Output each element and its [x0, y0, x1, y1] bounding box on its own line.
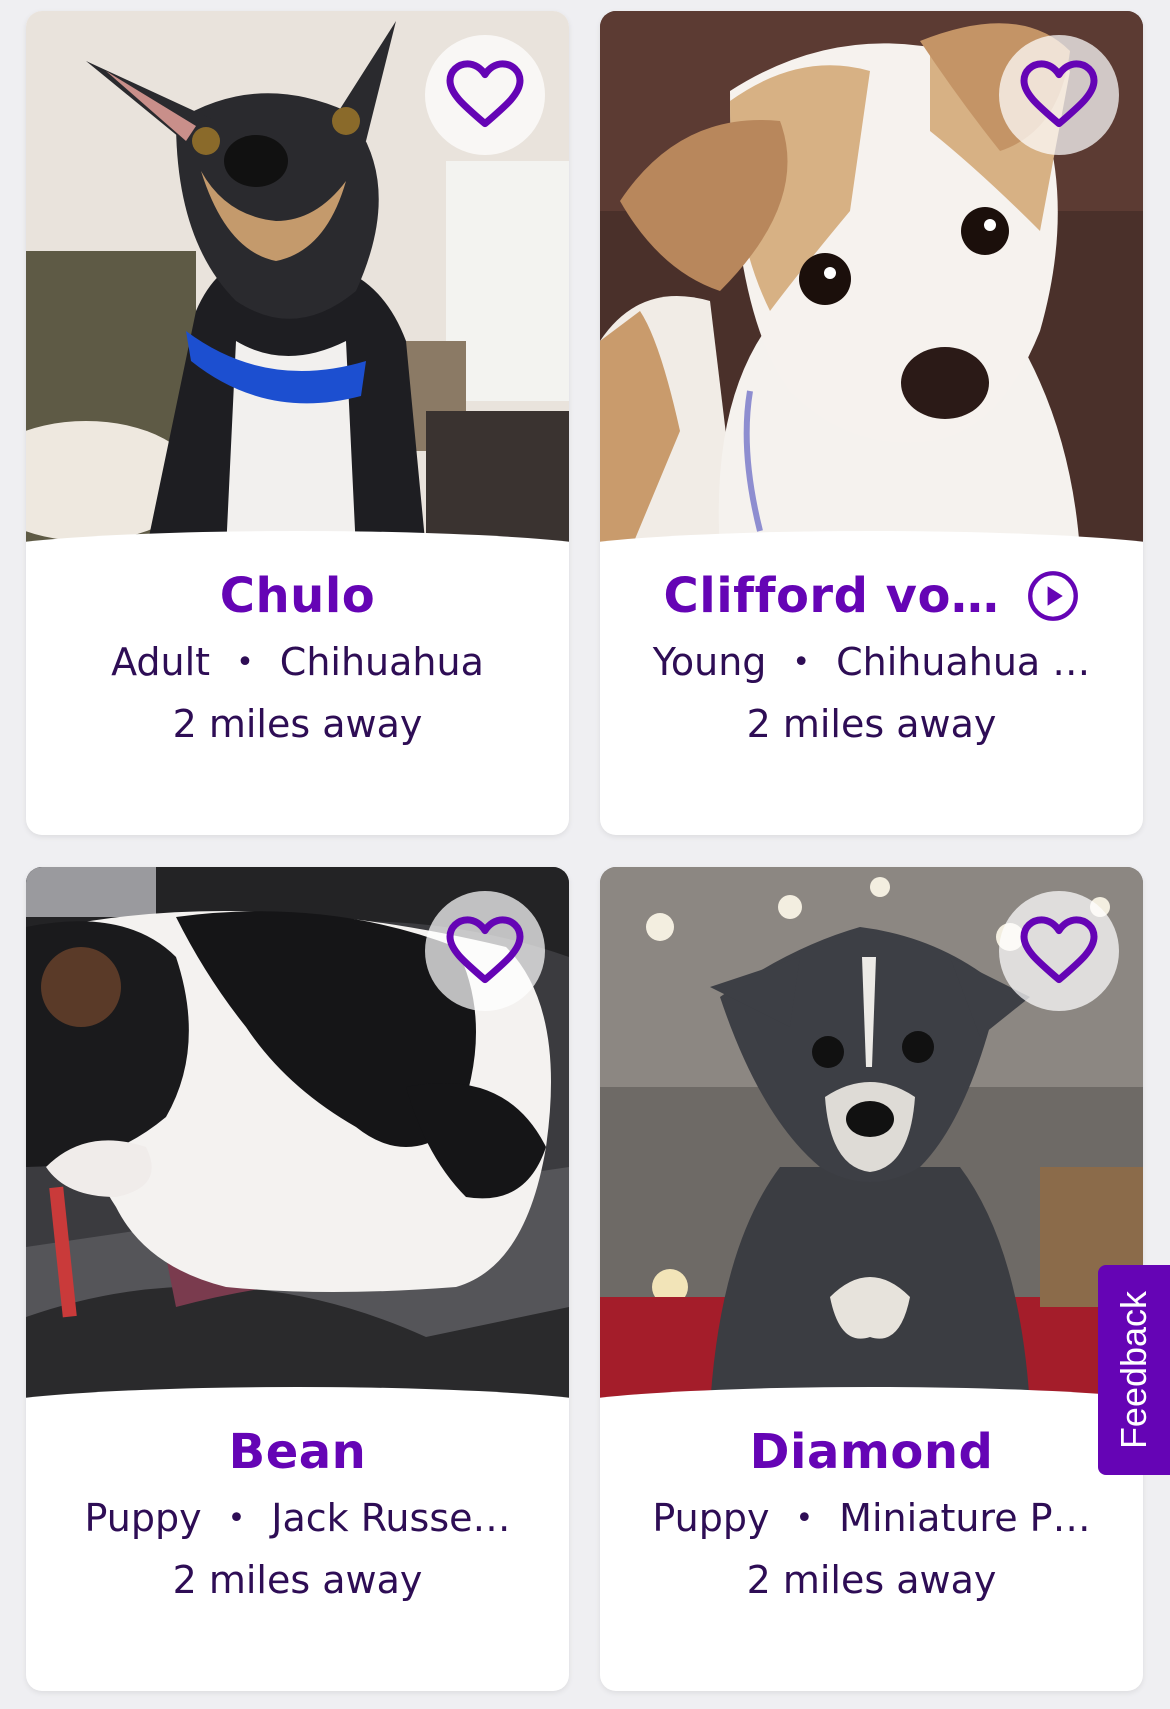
pet-age: Young [652, 640, 767, 684]
pet-info: Clifford vo… Young • Chihuahua … 2 miles… [600, 566, 1143, 746]
pet-meta: Adult • Chihuahua [26, 640, 569, 684]
pet-card-diamond[interactable]: Diamond Puppy • Miniature P… 2 miles awa… [600, 867, 1143, 1691]
heart-icon [446, 60, 524, 128]
pet-age: Adult [111, 640, 211, 684]
pet-meta: Young • Chihuahua … [600, 640, 1143, 684]
pet-breed: Miniature P… [839, 1496, 1091, 1540]
pet-age: Puppy [652, 1496, 770, 1540]
separator-dot: • [227, 1500, 246, 1536]
heart-icon [446, 916, 524, 984]
pet-info: Bean Puppy • Jack Russe… 2 miles away [26, 1422, 569, 1602]
pet-breed: Chihuahua [279, 640, 484, 684]
separator-dot: • [236, 644, 254, 680]
pet-name[interactable]: Diamond [750, 1424, 994, 1480]
pet-distance: 2 miles away [172, 702, 423, 746]
favorite-button[interactable] [425, 891, 545, 1011]
pet-distance: 2 miles away [746, 1558, 997, 1602]
pet-name[interactable]: Chulo [220, 568, 376, 624]
separator-dot: • [792, 644, 811, 680]
pet-name[interactable]: Clifford vo… [664, 568, 1000, 624]
pet-card-bean[interactable]: Bean Puppy • Jack Russe… 2 miles away [26, 867, 569, 1691]
heart-icon [1020, 916, 1098, 984]
heart-icon [1020, 60, 1098, 128]
pet-distance: 2 miles away [172, 1558, 423, 1602]
pet-card-clifford[interactable]: Clifford vo… Young • Chihuahua … 2 miles… [600, 11, 1143, 835]
feedback-tab[interactable]: Feedback [1098, 1265, 1170, 1475]
pet-name[interactable]: Bean [229, 1424, 367, 1480]
favorite-button[interactable] [999, 891, 1119, 1011]
pet-info: Chulo Adult • Chihuahua 2 miles away [26, 566, 569, 746]
separator-dot: • [795, 1500, 814, 1536]
favorite-button[interactable] [999, 35, 1119, 155]
pet-results-grid: Chulo Adult • Chihuahua 2 miles away Cli… [26, 11, 1143, 1691]
pet-meta: Puppy • Jack Russe… [26, 1496, 569, 1540]
favorite-button[interactable] [425, 35, 545, 155]
play-circle-icon[interactable] [1027, 570, 1079, 622]
pet-distance: 2 miles away [746, 702, 997, 746]
pet-meta: Puppy • Miniature P… [600, 1496, 1143, 1540]
pet-card-chulo[interactable]: Chulo Adult • Chihuahua 2 miles away [26, 11, 569, 835]
feedback-label: Feedback [1113, 1290, 1155, 1450]
pet-age: Puppy [84, 1496, 202, 1540]
pet-breed: Jack Russe… [271, 1496, 511, 1540]
pet-breed: Chihuahua … [836, 640, 1091, 684]
pet-info: Diamond Puppy • Miniature P… 2 miles awa… [600, 1422, 1143, 1602]
